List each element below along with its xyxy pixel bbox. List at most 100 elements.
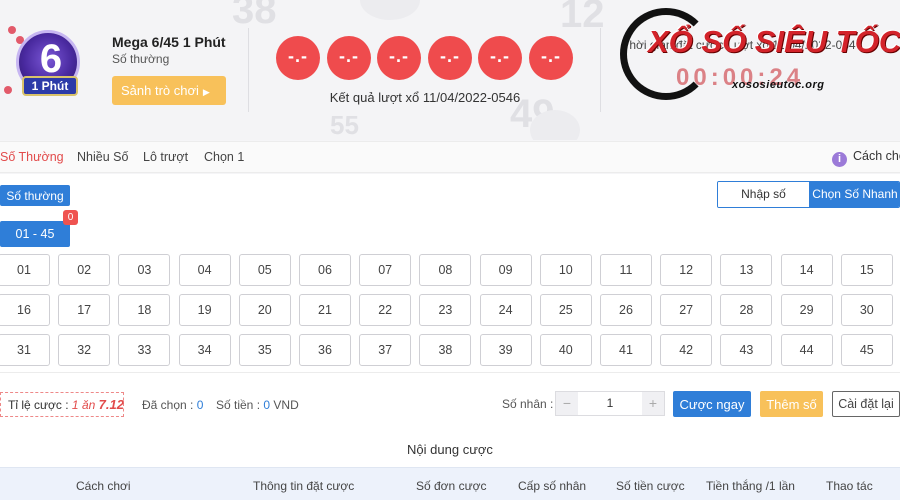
decor-ball: [360, 0, 420, 20]
number-cell[interactable]: 18: [118, 294, 171, 326]
number-cell[interactable]: 29: [780, 294, 833, 326]
number-cell[interactable]: 12: [660, 254, 713, 286]
number-cell[interactable]: 13: [720, 254, 773, 286]
number-cell[interactable]: 17: [58, 294, 111, 326]
selected-count-badge: 0: [63, 210, 78, 225]
bet-table-header: Cách chơi Thông tin đặt cược Số đơn cược…: [0, 467, 900, 500]
add-number-button[interactable]: Thêm số: [760, 391, 823, 417]
number-cell[interactable]: 44: [780, 334, 833, 366]
divider: [248, 28, 249, 112]
number-cell[interactable]: 11: [600, 254, 652, 286]
number-cell[interactable]: 36: [299, 334, 351, 366]
game-header: 38 12 55 49 6 1 Phút Mega 6/45 1 Phút Số…: [0, 0, 900, 140]
multiplier-label: Số nhân :: [502, 397, 554, 411]
number-cell[interactable]: 35: [238, 334, 291, 366]
bet-amount: Số tiền : 0 VND: [216, 398, 299, 412]
selected-value: 0: [196, 398, 204, 412]
number-cell[interactable]: 22: [359, 294, 412, 326]
watermark-logo: XỔ SỐ SIÊU TỐC xososieutoc.org: [618, 6, 900, 106]
tab-so-thuong[interactable]: Số Thường: [0, 150, 64, 164]
reset-button[interactable]: Cài đặt lại: [832, 391, 900, 417]
odds-value: 7.12: [98, 397, 124, 412]
mode-button[interactable]: Số thường: [0, 185, 70, 206]
number-cell[interactable]: 23: [419, 294, 472, 326]
game-logo: 6 1 Phút: [4, 26, 92, 106]
selected-count: Đã chọn : 0: [142, 398, 203, 412]
number-cell[interactable]: 26: [600, 294, 652, 326]
number-cell[interactable]: 25: [539, 294, 592, 326]
quick-pick-option[interactable]: Chọn Số Nhanh: [809, 182, 899, 207]
number-cell[interactable]: 10: [539, 254, 592, 286]
result-ball: -.-: [276, 36, 320, 80]
number-cell[interactable]: 42: [660, 334, 713, 366]
multiplier-input[interactable]: 1: [578, 392, 642, 415]
number-cell[interactable]: 34: [178, 334, 231, 366]
lobby-button[interactable]: Sảnh trò chơi ▶: [112, 76, 226, 105]
column-header: Thao tác: [826, 479, 873, 493]
result-ball: -.-: [377, 36, 421, 80]
odds-one: 1: [71, 398, 79, 412]
manual-input-option[interactable]: Nhập số: [718, 182, 809, 207]
number-cell[interactable]: 03: [118, 254, 171, 286]
number-cell[interactable]: 06: [299, 254, 351, 286]
number-cell[interactable]: 43: [720, 334, 773, 366]
blossom-decor: [4, 86, 12, 94]
selected-label: Đã chọn :: [142, 398, 197, 412]
bet-panel: Số thường Nhập số Chọn Số Nhanh 01 - 45 …: [0, 174, 900, 500]
arrow-right-icon: ▶: [202, 87, 210, 97]
number-cell[interactable]: 24: [479, 294, 532, 326]
decor-number: 12: [560, 0, 605, 36]
amount-label: Số tiền :: [216, 398, 264, 412]
info-icon: i: [832, 152, 847, 167]
number-cell[interactable]: 31: [0, 334, 50, 366]
number-cell[interactable]: 28: [720, 294, 773, 326]
number-cell[interactable]: 37: [359, 334, 412, 366]
odds-an: ăn: [78, 398, 99, 412]
number-cell[interactable]: 20: [238, 294, 291, 326]
bet-now-button[interactable]: Cược ngay: [673, 391, 751, 417]
bet-content-title: Nội dung cược: [407, 442, 493, 457]
number-cell[interactable]: 19: [178, 294, 231, 326]
number-cell[interactable]: 07: [359, 254, 412, 286]
number-cell[interactable]: 38: [419, 334, 472, 366]
minus-icon[interactable]: −: [556, 392, 578, 415]
tab-chon-1[interactable]: Chọn 1: [204, 150, 244, 164]
column-header: Số tiền cược: [616, 479, 685, 493]
divider: [600, 28, 601, 112]
decor-number: 55: [330, 110, 359, 140]
number-cell[interactable]: 04: [178, 254, 231, 286]
result-ball: -.-: [478, 36, 522, 80]
number-cell[interactable]: 33: [118, 334, 171, 366]
number-cell[interactable]: 32: [58, 334, 111, 366]
tab-nhieu-so[interactable]: Nhiều Số: [77, 150, 128, 164]
number-cell[interactable]: 05: [238, 254, 291, 286]
number-grid: 01 02 03 04 05 06 07 08 09 10 11 12 13 14 15 16 17 18 19 20…: [0, 254, 900, 366]
number-cell[interactable]: 21: [299, 294, 351, 326]
how-to-play-link[interactable]: i Cách chơi: [832, 149, 900, 167]
number-cell[interactable]: 27: [660, 294, 713, 326]
divider: [0, 372, 900, 373]
number-cell[interactable]: 01: [0, 254, 50, 286]
logo-tag: 1 Phút: [22, 76, 78, 96]
number-cell[interactable]: 30: [840, 294, 893, 326]
number-cell[interactable]: 16: [0, 294, 50, 326]
number-cell[interactable]: 14: [780, 254, 833, 286]
number-cell[interactable]: 09: [479, 254, 532, 286]
tab-lo-truot[interactable]: Lô trượt: [143, 150, 188, 164]
how-to-play-label: Cách chơi: [853, 149, 900, 163]
range-button[interactable]: 01 - 45: [0, 221, 70, 247]
multiplier-stepper: − 1 +: [555, 391, 665, 416]
number-cell[interactable]: 15: [840, 254, 893, 286]
plus-icon[interactable]: +: [642, 392, 664, 415]
number-cell[interactable]: 02: [58, 254, 111, 286]
number-cell[interactable]: 41: [600, 334, 652, 366]
number-cell[interactable]: 39: [479, 334, 532, 366]
column-header: Thông tin đặt cược: [253, 479, 355, 493]
odds-box: Tỉ lệ cược : 1 ăn 7.12: [0, 392, 124, 417]
number-cell[interactable]: 40: [539, 334, 592, 366]
blossom-decor: [8, 26, 16, 34]
number-cell[interactable]: 45: [840, 334, 893, 366]
watermark-site: xososieutoc.org: [732, 79, 825, 91]
bet-type-tabs: Số Thường Nhiều Số Lô trượt Chọn 1 i Cách…: [0, 141, 900, 173]
number-cell[interactable]: 08: [419, 254, 472, 286]
